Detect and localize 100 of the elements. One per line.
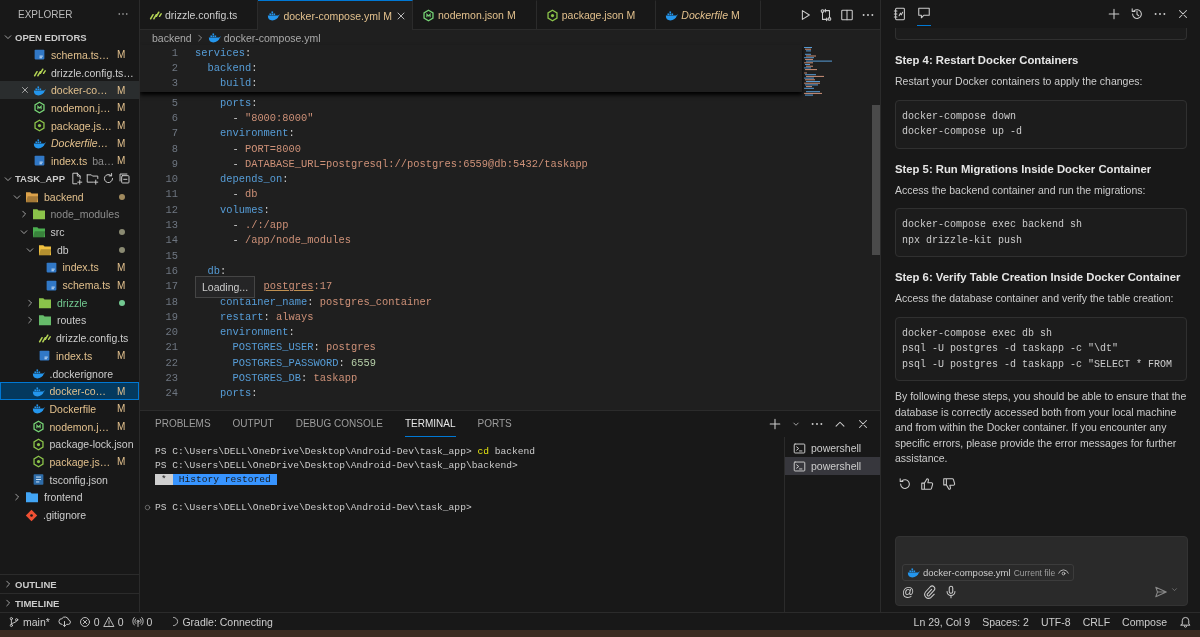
file-item[interactable]: tsconfig.json <box>0 470 139 489</box>
terminal-session[interactable]: powershell <box>785 457 880 475</box>
code-line: container_name: postgres_container <box>219 295 432 308</box>
editor-tab[interactable]: package.json M <box>536 0 657 29</box>
code-line: restart: always <box>219 310 314 323</box>
file-item[interactable]: drizzle.config.ts <box>0 329 139 347</box>
branch-status[interactable]: main* <box>4 615 54 628</box>
message-text: Restart your Docker containers to apply the changes: <box>895 74 1144 89</box>
git-status: M <box>117 120 126 132</box>
line-number: 7 <box>170 127 178 140</box>
line-number: 14 <box>164 234 178 247</box>
code-line: environment: <box>219 127 295 140</box>
line-number: 5 <box>170 96 178 109</box>
problems-status[interactable]: 0 0 <box>74 615 128 628</box>
file-item[interactable]: docker-co… M <box>0 382 139 401</box>
line-number: 13 <box>164 219 178 231</box>
file-item[interactable]: package.js… M <box>0 453 139 471</box>
folder-item[interactable]: node_modules <box>0 205 139 224</box>
git-status: M <box>117 403 126 415</box>
breadcrumb-item[interactable]: backend <box>152 31 192 44</box>
panel-tab[interactable]: PORTS <box>477 411 512 437</box>
section-header[interactable]: TASK_APP <box>0 169 139 188</box>
code-line: - /app/node_modules <box>232 234 351 247</box>
code-block: docker-compose exec backend sh npx drizzle-kit push <box>895 208 1187 257</box>
folder-item[interactable]: drizzle <box>0 293 139 312</box>
folder-item[interactable]: src <box>0 223 139 241</box>
terminal-line: PS C:\Users\DELL\OneDrive\Desktop\Android-Dev\task_app> <box>155 501 472 513</box>
notice-text: History restored <box>172 473 277 485</box>
folder-item[interactable]: routes <box>0 311 139 330</box>
panel-tab[interactable]: DEBUG CONSOLE <box>295 411 383 437</box>
code-line: - "8000:8000" <box>232 111 314 124</box>
code-line: ports: <box>219 387 258 400</box>
open-editor-item[interactable]: schema.ts… M <box>0 46 139 64</box>
editor-tab[interactable]: docker-compose.yml M <box>258 0 413 30</box>
open-editor-item[interactable]: Dockerfile… M <box>0 134 139 153</box>
line-number: 10 <box>164 173 178 186</box>
code-line: environment: <box>219 326 295 339</box>
status-item[interactable]: UTF-8 <box>1040 615 1071 628</box>
file-item[interactable]: package-lock.json <box>0 435 139 454</box>
line-number: 24 <box>164 387 178 400</box>
status-item[interactable]: Ln 29, Col 9 <box>913 615 971 628</box>
code-line: - ./:/app <box>232 219 289 231</box>
panel-tab[interactable]: OUTPUT <box>232 411 274 437</box>
folder-item[interactable]: frontend <box>0 488 139 507</box>
open-editor-item[interactable]: docker-co… M <box>0 81 139 100</box>
folder-item[interactable]: backend <box>0 187 139 206</box>
open-editor-item[interactable]: package.js… M <box>0 116 139 135</box>
message-text: By following these steps, you should be able to ensure that the database is correctly accessed both from your local machine and from within the Docker container. If you encounter any specific errors, please provide the error messages for further assistance. <box>895 389 1187 466</box>
line-number: 23 <box>164 372 178 384</box>
terminal-session[interactable]: powershell <box>785 439 880 457</box>
line-number: 22 <box>164 356 178 369</box>
file-item[interactable]: Dockerfile M <box>0 400 139 418</box>
code-line: db: <box>207 264 227 277</box>
panel-tab[interactable]: TERMINAL <box>404 411 456 437</box>
ports-status[interactable]: 0 <box>127 615 157 628</box>
file-item[interactable]: .gitignore <box>0 506 139 524</box>
section-header[interactable]: OUTLINE <box>0 574 139 593</box>
folder-item[interactable]: db <box>0 240 139 259</box>
git-status: M <box>117 84 126 96</box>
code-line: POSTGRES_DB: taskapp <box>232 372 358 384</box>
panel-tab[interactable]: PROBLEMS <box>155 411 211 437</box>
hover-tooltip: Loading... <box>195 275 256 298</box>
file-item[interactable]: schema.ts M <box>0 276 139 294</box>
notice-mark: * <box>155 473 173 485</box>
code-line: POSTGRES_USER: postgres <box>232 341 376 354</box>
editor-tab[interactable]: nodemon.json M <box>413 0 537 29</box>
task-status[interactable]: Gradle: Connecting <box>164 615 277 628</box>
file-item[interactable]: .dockerignore <box>0 364 139 383</box>
chat-input[interactable]: docker-compose.yml Current file @ <box>895 536 1188 606</box>
step-heading: Step 5: Run Migrations Inside Docker Container <box>895 162 1153 175</box>
line-number: 21 <box>164 341 178 354</box>
code-line: services: <box>195 46 252 59</box>
file-item[interactable]: index.ts M <box>0 347 139 365</box>
line-number: 3 <box>170 77 178 90</box>
editor-tab[interactable]: Dockerfile M <box>656 0 761 29</box>
line-number: 18 <box>164 295 178 308</box>
open-editor-item[interactable]: index.ts ba… M <box>0 152 139 170</box>
status-item[interactable]: Spaces: 2 <box>982 615 1029 628</box>
section-header[interactable]: OPEN EDITORS <box>0 28 139 46</box>
git-status: M <box>117 102 126 114</box>
panel-title: EXPLORER <box>18 8 73 20</box>
line-number: 17 <box>164 280 178 293</box>
line-number: 6 <box>170 111 178 124</box>
git-status: M <box>117 350 126 362</box>
file-item[interactable]: index.ts M <box>0 258 139 277</box>
status-item[interactable]: Compose <box>1122 615 1167 628</box>
status-item[interactable]: CRLF <box>1082 615 1111 628</box>
git-status: M <box>117 155 126 167</box>
open-editor-item[interactable]: drizzle.config.ts… <box>0 63 139 82</box>
context-chip[interactable]: docker-compose.yml Current file <box>902 564 1075 581</box>
mention-button[interactable]: @ <box>902 585 915 599</box>
git-status: M <box>117 49 126 61</box>
open-editor-item[interactable]: nodemon.j… M <box>0 99 139 117</box>
code-block: docker-compose exec db sh psql -U postgres -d taskapp -c "\dt" psql -U postgres -d taskapp -c "SELECT * FROM <box>895 316 1187 381</box>
breadcrumb-item[interactable]: docker-compose.yml <box>223 31 321 44</box>
file-item[interactable]: nodemon.j… M <box>0 417 139 436</box>
code-line: volumes: <box>219 203 270 216</box>
line-number: 8 <box>170 142 178 155</box>
code-line: - db <box>232 188 258 201</box>
code-line: build: <box>219 77 258 90</box>
